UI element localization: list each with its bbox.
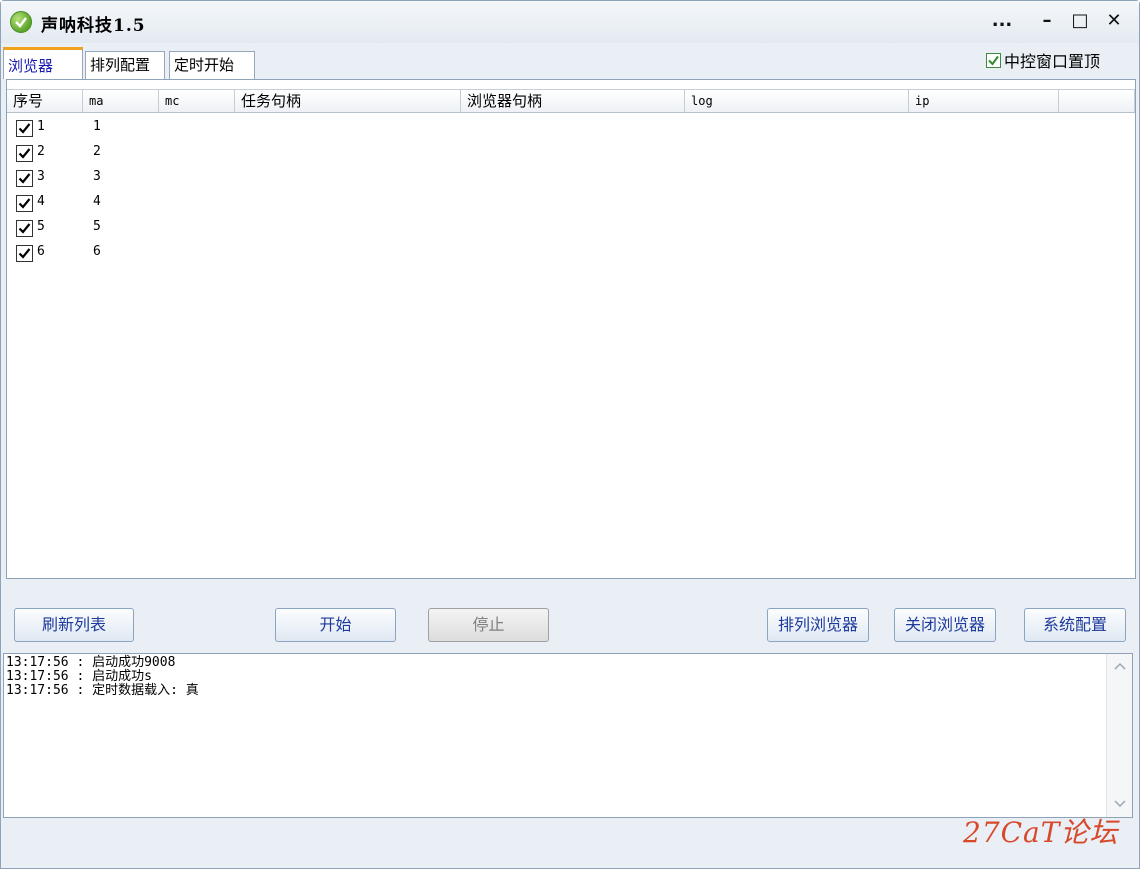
row-ma: 4 <box>93 194 101 209</box>
topmost-checkbox[interactable]: 中控窗口置顶 <box>986 49 1100 71</box>
start-button[interactable]: 开始 <box>275 608 396 642</box>
table-header: 序号 ma mc 任务句柄 浏览器句柄 log ip <box>7 89 1135 113</box>
row-ma: 2 <box>93 144 101 159</box>
column-header-task-handle[interactable]: 任务句柄 <box>235 90 461 112</box>
stop-button[interactable]: 停止 <box>428 608 549 642</box>
table-row[interactable]: 1 1 <box>7 116 1135 141</box>
tab-scheduled-start[interactable]: 定时开始 <box>169 51 255 79</box>
close-browsers-button[interactable]: 关闭浏览器 <box>894 608 996 642</box>
table-row[interactable]: 2 2 <box>7 141 1135 166</box>
column-header-index[interactable]: 序号 <box>7 90 83 112</box>
arrange-browsers-button[interactable]: 排列浏览器 <box>767 608 869 642</box>
column-header-ma[interactable]: ma <box>83 90 159 112</box>
watermark: 27CaT论坛 <box>963 816 1119 849</box>
column-header-browser-handle[interactable]: 浏览器句柄 <box>461 90 685 112</box>
row-ma: 5 <box>93 219 101 234</box>
row-index: 3 <box>37 169 45 184</box>
window-title: 声呐科技1.5 <box>41 16 146 36</box>
row-index: 4 <box>37 194 45 209</box>
log-line: 13:17:56 : 定时数据载入: 真 <box>6 683 199 698</box>
tab-arrange-config[interactable]: 排列配置 <box>85 51 165 79</box>
row-checkbox[interactable] <box>16 220 33 237</box>
row-index: 6 <box>37 244 45 259</box>
app-check-icon <box>10 11 32 33</box>
close-button[interactable]: ✕ <box>1098 7 1130 35</box>
row-checkbox[interactable] <box>16 170 33 187</box>
row-index: 2 <box>37 144 45 159</box>
table-row[interactable]: 6 6 <box>7 241 1135 266</box>
title-bar[interactable]: 声呐科技1.5 ... – □ ✕ <box>1 1 1139 43</box>
minimize-button[interactable]: – <box>1031 7 1063 35</box>
row-ma: 3 <box>93 169 101 184</box>
checkbox-checked-icon <box>986 52 1001 68</box>
row-index: 5 <box>37 219 45 234</box>
row-checkbox[interactable] <box>16 245 33 262</box>
log-line: 13:17:56 : 启动成功s <box>6 669 152 684</box>
table-row[interactable]: 4 4 <box>7 191 1135 216</box>
column-header-empty <box>1059 90 1135 112</box>
tab-browser[interactable]: 浏览器 <box>3 47 83 79</box>
column-header-ip[interactable]: ip <box>909 90 1059 112</box>
refresh-list-button[interactable]: 刷新列表 <box>14 608 134 642</box>
browser-table: 序号 ma mc 任务句柄 浏览器句柄 log ip 1 1 2 2 3 3 4 <box>6 79 1136 579</box>
log-output[interactable]: 13:17:56 : 启动成功9008 13:17:56 : 启动成功s 13:… <box>3 653 1133 818</box>
scroll-up-icon[interactable] <box>1108 654 1132 678</box>
table-row[interactable]: 3 3 <box>7 166 1135 191</box>
row-checkbox[interactable] <box>16 195 33 212</box>
maximize-button[interactable]: □ <box>1064 7 1096 35</box>
row-checkbox[interactable] <box>16 120 33 137</box>
topmost-label: 中控窗口置顶 <box>1004 52 1101 71</box>
row-ma: 1 <box>93 119 101 134</box>
more-options-button[interactable]: ... <box>986 7 1018 35</box>
log-line: 13:17:56 : 启动成功9008 <box>6 655 176 670</box>
column-header-log[interactable]: log <box>685 90 909 112</box>
system-settings-button[interactable]: 系统配置 <box>1024 608 1126 642</box>
row-index: 1 <box>37 119 45 134</box>
table-row[interactable]: 5 5 <box>7 216 1135 241</box>
row-ma: 6 <box>93 244 101 259</box>
main-window: 声呐科技1.5 ... – □ ✕ 浏览器 排列配置 定时开始 中控窗口置顶 序… <box>0 0 1140 869</box>
column-header-mc[interactable]: mc <box>159 90 235 112</box>
row-checkbox[interactable] <box>16 145 33 162</box>
log-scrollbar[interactable] <box>1106 654 1132 817</box>
